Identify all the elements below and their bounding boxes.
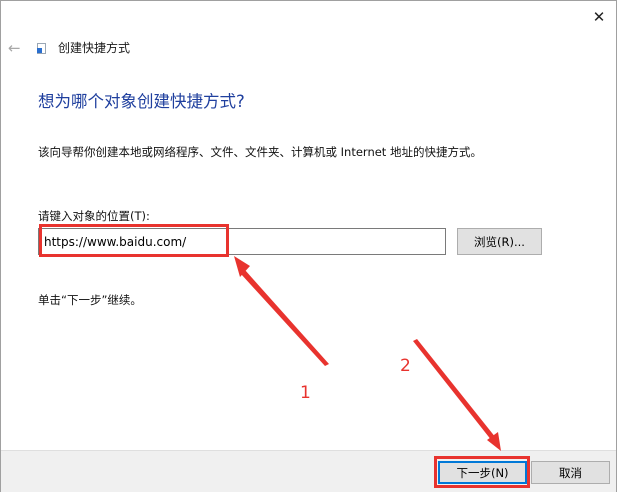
arrow-2-shaft	[413, 339, 496, 441]
arrow-1-shaft	[241, 270, 329, 366]
annotation-arrows	[234, 256, 501, 451]
annotation-label-1: 1	[300, 383, 311, 403]
annotation-label-2: 2	[400, 356, 411, 376]
